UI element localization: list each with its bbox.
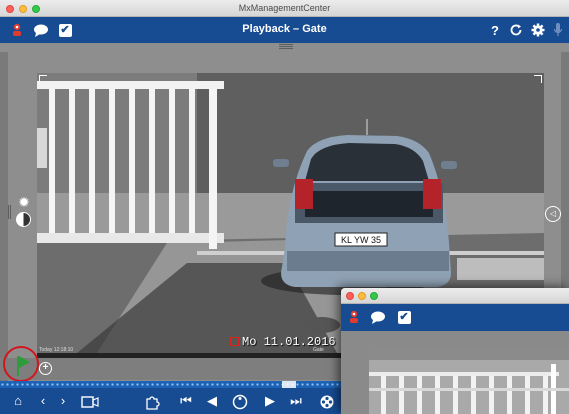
step-back-icon[interactable]: ◀ bbox=[204, 392, 220, 410]
audio-speaker-icon[interactable]: ◁ bbox=[545, 206, 561, 222]
home-icon[interactable]: ⌂ bbox=[10, 392, 26, 410]
back-icon[interactable]: ‹ bbox=[36, 392, 50, 410]
forward-icon[interactable]: › bbox=[56, 392, 70, 410]
microphone-icon[interactable] bbox=[549, 21, 567, 39]
overlay-app-toolbar: ✔ bbox=[341, 304, 569, 331]
brightness-icon[interactable]: ✹ bbox=[17, 195, 31, 209]
overlay-gate-scene-image bbox=[369, 350, 569, 414]
window-title: MxManagementCenter bbox=[238, 3, 331, 13]
checkbox-glyph: ✔ bbox=[397, 310, 411, 324]
help-icon[interactable]: ? bbox=[486, 21, 504, 39]
license-plate-text: KL YW 35 bbox=[341, 235, 381, 245]
left-resize-grip[interactable] bbox=[8, 205, 13, 219]
app-toolbar: ✔ Playback – Gate ? bbox=[0, 17, 569, 43]
skip-to-start-icon[interactable]: ⏮ bbox=[178, 392, 194, 410]
overlay-minimize-button[interactable] bbox=[358, 292, 366, 300]
camera-view-icon[interactable] bbox=[80, 392, 100, 410]
overlay-zoom-button[interactable] bbox=[370, 292, 378, 300]
camera-user-icon[interactable] bbox=[345, 308, 363, 326]
overlay-window[interactable]: ✔ bbox=[341, 288, 569, 414]
overlay-window-titlebar bbox=[341, 288, 569, 304]
film-reel-icon[interactable] bbox=[318, 392, 336, 410]
play-icon[interactable]: ▶ bbox=[262, 392, 278, 410]
puzzle-icon[interactable] bbox=[142, 392, 162, 410]
timeline-position-handle[interactable] bbox=[282, 381, 296, 388]
left-panel-edge bbox=[0, 52, 8, 396]
image-adjust-controls: ✹ bbox=[14, 195, 34, 229]
jog-dial-icon[interactable] bbox=[231, 392, 249, 410]
contrast-icon[interactable] bbox=[16, 212, 31, 227]
record-indicator-icon bbox=[230, 337, 239, 346]
frame-corner-marker bbox=[39, 75, 47, 83]
view-title: Playback – Gate bbox=[242, 23, 327, 35]
window-titlebar: MxManagementCenter bbox=[0, 0, 569, 17]
refresh-icon[interactable] bbox=[507, 21, 525, 39]
chat-bubble-icon[interactable] bbox=[369, 308, 387, 326]
zoom-in-icon[interactable]: + bbox=[39, 362, 52, 375]
checkbox-icon[interactable]: ✔ bbox=[395, 308, 413, 326]
settings-icon[interactable] bbox=[529, 21, 547, 39]
overlay-close-button[interactable] bbox=[346, 292, 354, 300]
overlay-video-frame[interactable] bbox=[369, 350, 569, 414]
top-resize-grip[interactable] bbox=[279, 44, 293, 50]
skip-to-end-icon[interactable]: ⏭ bbox=[288, 392, 304, 410]
frame-corner-marker bbox=[534, 75, 542, 83]
event-flag-cloth bbox=[19, 356, 30, 368]
